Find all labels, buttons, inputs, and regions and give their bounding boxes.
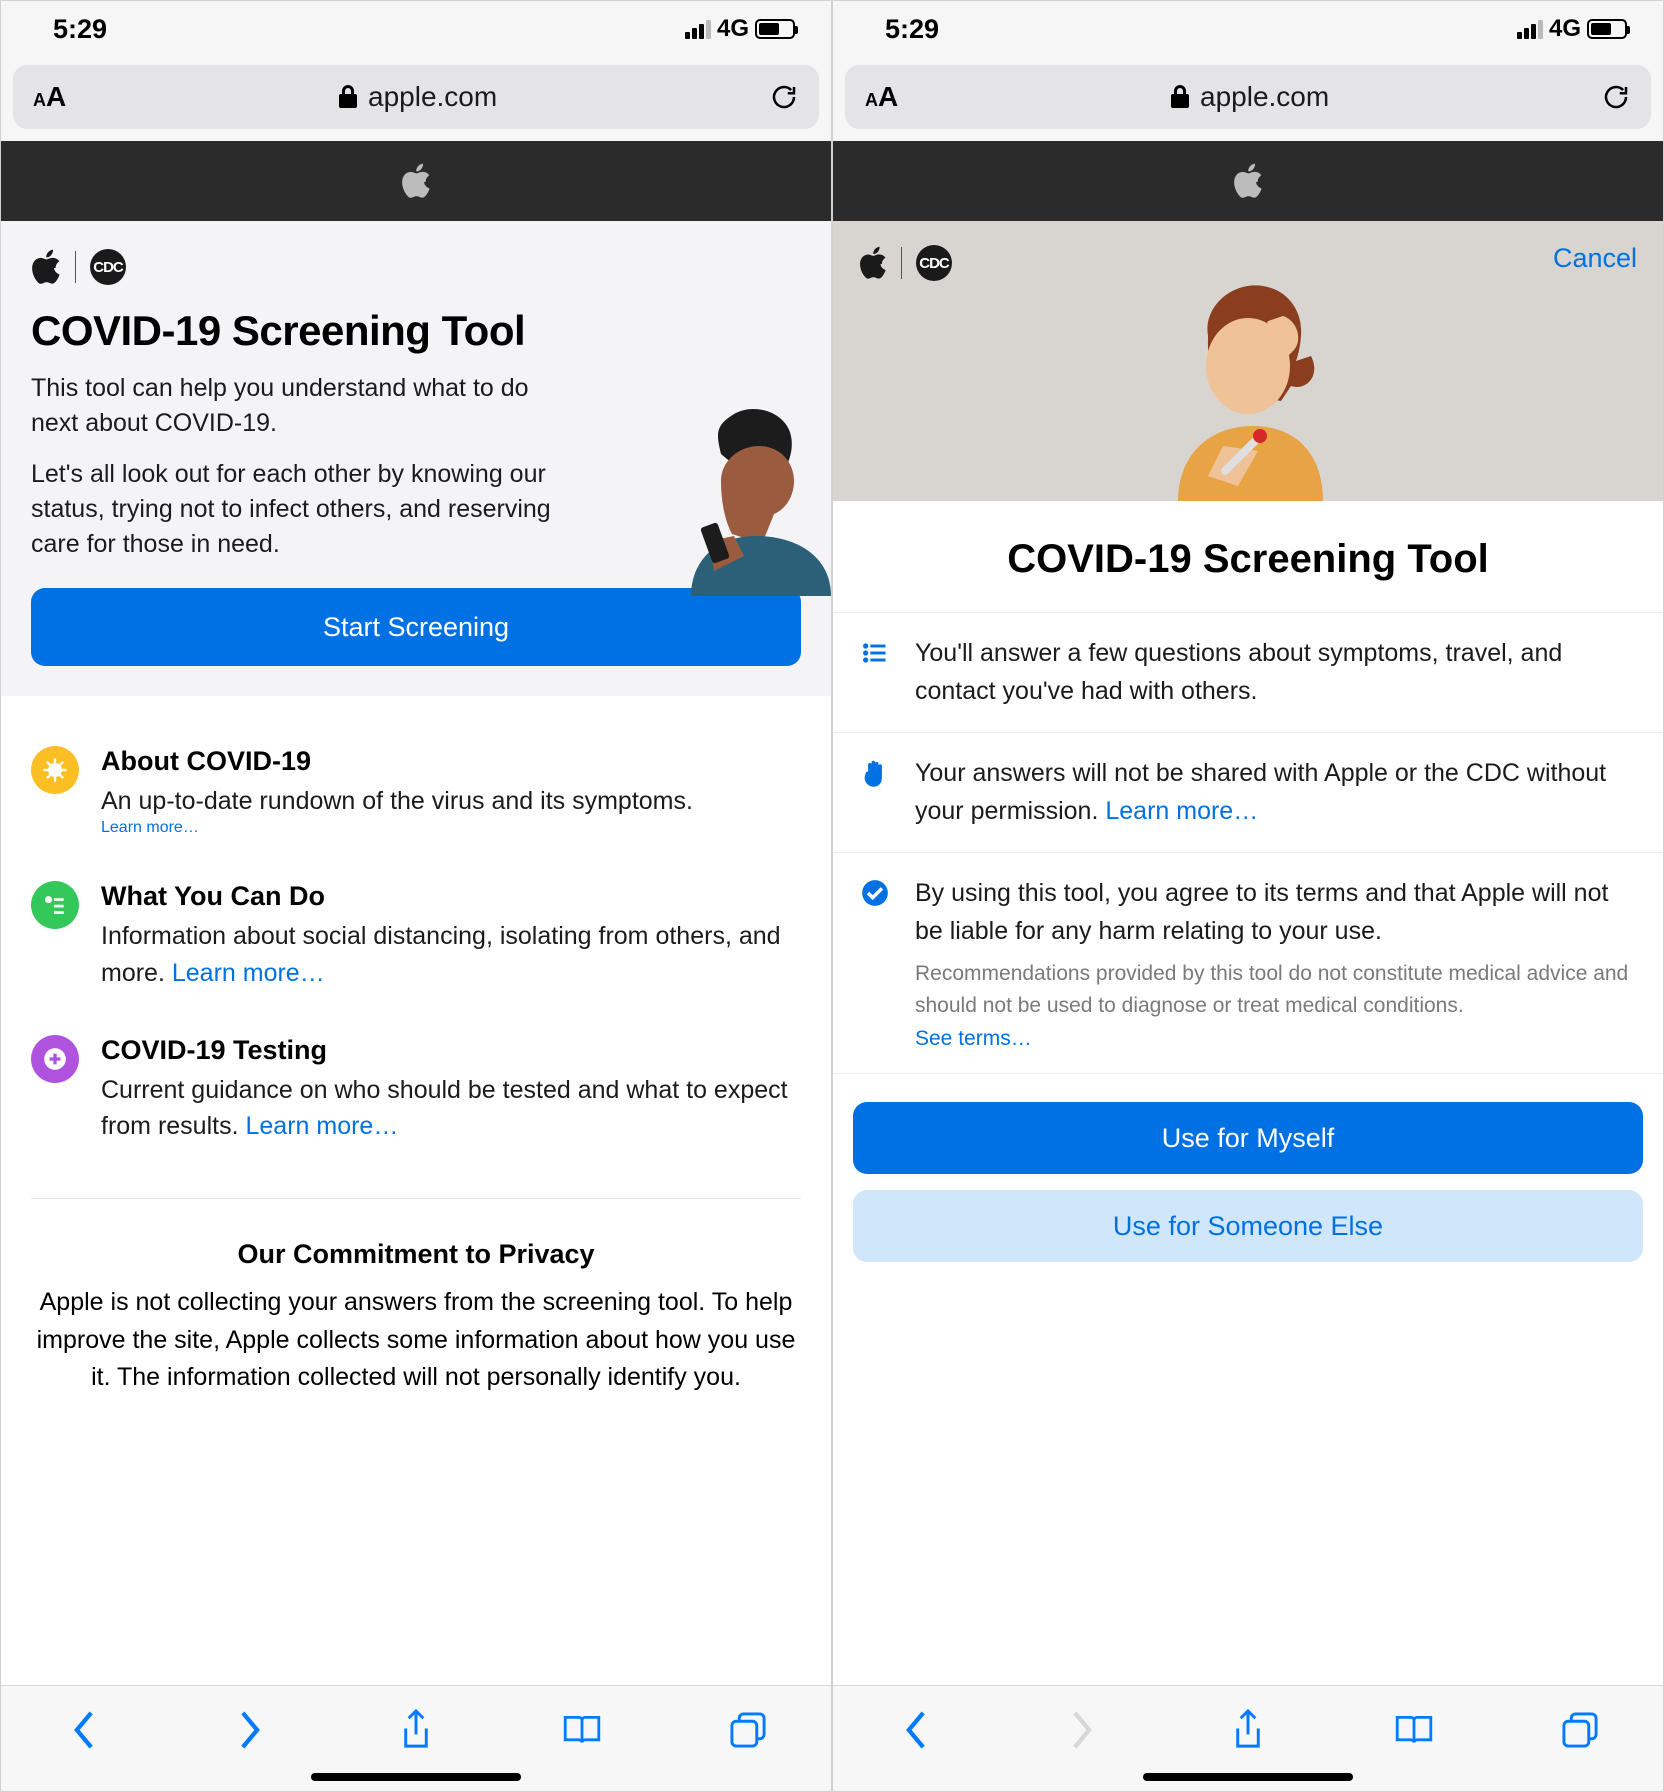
tabs-button[interactable] xyxy=(1559,1709,1601,1751)
status-time: 5:29 xyxy=(53,14,107,45)
hero-paragraph-1: This tool can help you understand what t… xyxy=(31,371,571,441)
url-bar[interactable]: AA apple.com xyxy=(13,65,819,129)
url-bar-container: AA apple.com xyxy=(1,57,831,141)
hand-icon xyxy=(861,755,893,830)
learn-more-link[interactable]: Learn more… xyxy=(245,1112,398,1140)
site-nav-header xyxy=(833,141,1663,221)
privacy-body: Apple is not collecting your answers fro… xyxy=(29,1284,803,1397)
reload-icon[interactable] xyxy=(769,82,799,112)
battery-icon xyxy=(1587,19,1627,39)
step-text: Your answers will not be shared with App… xyxy=(915,759,1606,825)
reload-icon[interactable] xyxy=(1601,82,1631,112)
learn-more-link[interactable]: Learn more… xyxy=(1105,797,1258,825)
cancel-link[interactable]: Cancel xyxy=(1553,243,1637,274)
forward-button[interactable] xyxy=(229,1709,271,1751)
home-indicator[interactable] xyxy=(833,1773,1663,1791)
privacy-section: Our Commitment to Privacy Apple is not c… xyxy=(1,1199,831,1437)
step-list: You'll answer a few questions about symp… xyxy=(833,612,1663,1074)
info-item-about: About COVID-19 An up-to-date rundown of … xyxy=(31,746,801,837)
start-screening-button[interactable]: Start Screening xyxy=(31,588,801,666)
lock-icon xyxy=(1170,84,1190,110)
sick-person-illustration xyxy=(1148,281,1348,501)
cell-signal-icon xyxy=(685,19,711,39)
page-title: COVID-19 Screening Tool xyxy=(833,537,1663,582)
step-terms: By using this tool, you agree to its ter… xyxy=(833,853,1663,1074)
phone-right: 5:29 4G AA apple.com CDC Cancel xyxy=(832,0,1664,1792)
text-size-icon[interactable]: AA xyxy=(33,81,66,113)
plus-circle-icon xyxy=(31,1035,79,1083)
status-time: 5:29 xyxy=(885,14,939,45)
share-button[interactable] xyxy=(1227,1709,1269,1751)
url-bar-container: AA apple.com xyxy=(833,57,1663,141)
share-button[interactable] xyxy=(395,1709,437,1751)
status-right: 4G xyxy=(1517,15,1627,43)
phone-left: 5:29 4G AA apple.com CDC COVID-19 Screen… xyxy=(0,0,832,1792)
step-text: By using this tool, you agree to its ter… xyxy=(915,875,1635,950)
button-group: Use for Myself Use for Someone Else xyxy=(833,1074,1663,1290)
text-size-icon[interactable]: AA xyxy=(865,81,898,113)
apple-logo-icon[interactable] xyxy=(401,163,431,199)
page-content: CDC COVID-19 Screening Tool This tool ca… xyxy=(1,221,831,1685)
info-title: What You Can Do xyxy=(101,881,801,912)
info-list: About COVID-19 An up-to-date rundown of … xyxy=(1,696,831,1198)
privacy-title: Our Commitment to Privacy xyxy=(29,1239,803,1270)
info-item-testing: COVID-19 Testing Current guidance on who… xyxy=(31,1035,801,1145)
network-label: 4G xyxy=(717,15,749,43)
hero-section: CDC Cancel xyxy=(833,221,1663,501)
back-button[interactable] xyxy=(895,1709,937,1751)
url-domain: apple.com xyxy=(368,81,497,113)
hero-title: COVID-19 Screening Tool xyxy=(31,307,801,355)
step-text: You'll answer a few questions about symp… xyxy=(915,635,1635,710)
cell-signal-icon xyxy=(1517,19,1543,39)
site-nav-header xyxy=(1,141,831,221)
url-domain: apple.com xyxy=(1200,81,1329,113)
see-terms-link[interactable]: See terms… xyxy=(915,1027,1635,1051)
status-right: 4G xyxy=(685,15,795,43)
status-bar: 5:29 4G xyxy=(1,1,831,57)
url-bar[interactable]: AA apple.com xyxy=(845,65,1651,129)
person-phone-illustration xyxy=(651,396,831,596)
status-bar: 5:29 4G xyxy=(833,1,1663,57)
step-fineprint: Recommendations provided by this tool do… xyxy=(915,958,1635,1021)
use-for-someone-else-button[interactable]: Use for Someone Else xyxy=(853,1190,1643,1262)
page-content: COVID-19 Screening Tool You'll answer a … xyxy=(833,501,1663,1290)
info-body: Current guidance on who should be tested… xyxy=(101,1076,788,1140)
use-for-myself-button[interactable]: Use for Myself xyxy=(853,1102,1643,1174)
battery-icon xyxy=(755,19,795,39)
info-title: About COVID-19 xyxy=(101,746,693,777)
step-privacy: Your answers will not be shared with App… xyxy=(833,733,1663,853)
tabs-button[interactable] xyxy=(727,1709,769,1751)
list-icon xyxy=(861,635,893,710)
network-label: 4G xyxy=(1549,15,1581,43)
virus-icon xyxy=(31,746,79,794)
step-questions: You'll answer a few questions about symp… xyxy=(833,612,1663,733)
back-button[interactable] xyxy=(63,1709,105,1751)
learn-more-link[interactable]: Learn more… xyxy=(172,959,325,987)
info-item-whatyoucando: What You Can Do Information about social… xyxy=(31,881,801,991)
forward-button xyxy=(1061,1709,1103,1751)
cdc-logo-icon: CDC xyxy=(916,245,952,281)
apple-logo-icon[interactable] xyxy=(1233,163,1263,199)
checkmark-circle-icon xyxy=(861,875,893,1051)
info-body: An up-to-date rundown of the virus and i… xyxy=(101,787,693,815)
apple-logo-icon xyxy=(859,246,887,280)
safari-toolbar xyxy=(833,1685,1663,1773)
lock-icon xyxy=(338,84,358,110)
home-indicator[interactable] xyxy=(1,1773,831,1791)
learn-more-link[interactable]: Learn more… xyxy=(101,819,199,836)
bookmarks-button[interactable] xyxy=(561,1709,603,1751)
safari-toolbar xyxy=(1,1685,831,1773)
checklist-icon xyxy=(31,881,79,929)
hero-section: CDC COVID-19 Screening Tool This tool ca… xyxy=(1,221,831,696)
cdc-logo-icon: CDC xyxy=(90,249,126,285)
apple-logo-icon xyxy=(31,249,61,285)
bookmarks-button[interactable] xyxy=(1393,1709,1435,1751)
info-title: COVID-19 Testing xyxy=(101,1035,801,1066)
hero-paragraph-2: Let's all look out for each other by kno… xyxy=(31,457,571,562)
